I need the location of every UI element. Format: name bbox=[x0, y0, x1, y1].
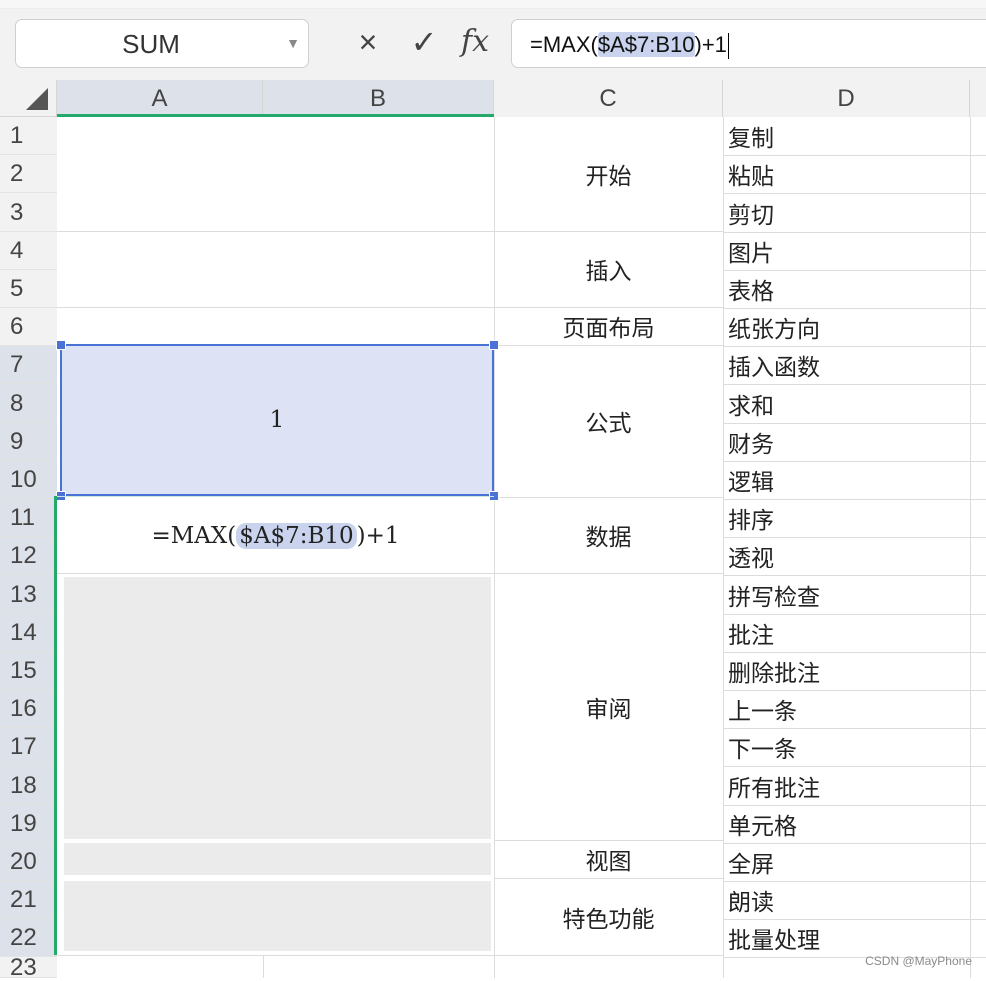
cell-d-21[interactable]: 朗读 bbox=[723, 881, 970, 919]
column-header-e[interactable] bbox=[970, 80, 986, 117]
row-header-17[interactable]: 17 bbox=[0, 728, 57, 766]
selection-handle[interactable] bbox=[56, 340, 66, 350]
cell-d-18[interactable]: 所有批注 bbox=[723, 766, 970, 805]
row-header-7[interactable]: 7 bbox=[0, 346, 57, 384]
gridline bbox=[494, 955, 723, 956]
watermark: CSDN @MayPhone bbox=[865, 954, 972, 968]
select-all-triangle-icon bbox=[26, 88, 48, 110]
cell-c-start[interactable]: 开始 bbox=[494, 117, 723, 231]
row-header-19[interactable]: 19 bbox=[0, 805, 57, 843]
row-header-11[interactable]: 11 bbox=[0, 499, 57, 537]
cell-c-formula[interactable]: 公式 bbox=[494, 345, 723, 497]
gridline bbox=[263, 955, 264, 978]
cell-d-16[interactable]: 上一条 bbox=[723, 690, 970, 728]
cell-d-8[interactable]: 求和 bbox=[723, 384, 970, 423]
row-header-16[interactable]: 16 bbox=[0, 690, 57, 728]
cell-d-20[interactable]: 全屏 bbox=[723, 843, 970, 881]
row-header-10[interactable]: 10 bbox=[0, 461, 57, 499]
cell-d-1[interactable]: 复制 bbox=[723, 117, 970, 155]
formula-input[interactable]: =MAX($A$7:B10)+1 bbox=[511, 19, 986, 68]
gridline bbox=[57, 573, 494, 574]
row-header-9[interactable]: 9 bbox=[0, 423, 57, 461]
row-header-20[interactable]: 20 bbox=[0, 843, 57, 881]
cell-d-2[interactable]: 粘贴 bbox=[723, 155, 970, 193]
select-all-corner[interactable] bbox=[0, 80, 57, 117]
cell-d-15[interactable]: 删除批注 bbox=[723, 652, 970, 690]
chevron-down-icon[interactable]: ▼ bbox=[286, 32, 300, 54]
active-rows-indicator bbox=[54, 496, 57, 955]
row-header-13[interactable]: 13 bbox=[0, 575, 57, 614]
cell-c-data[interactable]: 数据 bbox=[494, 497, 723, 573]
gridline bbox=[57, 307, 494, 308]
cell-d-4[interactable]: 图片 bbox=[723, 232, 970, 270]
cell-formula-before: =MAX( bbox=[151, 522, 237, 549]
cell-d-9[interactable]: 财务 bbox=[723, 423, 970, 461]
gridline bbox=[57, 231, 494, 232]
cell-c-insert[interactable]: 插入 bbox=[494, 231, 723, 307]
row-header-15[interactable]: 15 bbox=[0, 652, 57, 690]
gray-merged-block[interactable] bbox=[64, 843, 491, 875]
cell-c-view[interactable]: 视图 bbox=[494, 840, 723, 878]
formula-text-before: =MAX( bbox=[530, 32, 598, 57]
column-header-d[interactable]: D bbox=[723, 80, 970, 117]
column-header-b[interactable]: B bbox=[263, 80, 494, 117]
row-header-2[interactable]: 2 bbox=[0, 155, 57, 193]
gridline bbox=[57, 955, 494, 956]
row-header-14[interactable]: 14 bbox=[0, 614, 57, 652]
cell-d-17[interactable]: 下一条 bbox=[723, 728, 970, 766]
cell-d-19[interactable]: 单元格 bbox=[723, 805, 970, 843]
row-header-22[interactable]: 22 bbox=[0, 919, 57, 957]
window-top-strip bbox=[0, 0, 986, 9]
cell-d-6[interactable]: 纸张方向 bbox=[723, 308, 970, 346]
row-header-5[interactable]: 5 bbox=[0, 270, 57, 308]
formula-text-after: )+1 bbox=[694, 32, 727, 57]
cell-c-layout[interactable]: 页面布局 bbox=[494, 307, 723, 345]
cell-c-review[interactable]: 审阅 bbox=[494, 573, 723, 840]
formula-reference-highlight: $A$7:B10 bbox=[597, 32, 695, 57]
cell-d-5[interactable]: 表格 bbox=[723, 270, 970, 308]
editing-cell-border bbox=[57, 496, 494, 497]
cell-formula-after: )+1 bbox=[356, 522, 400, 549]
column-header-a[interactable]: A bbox=[57, 80, 263, 117]
spreadsheet-grid[interactable]: A B C D 1 2 3 4 5 6 7 8 9 10 11 12 13 14 15 16 17 18 19 20 2… bbox=[0, 80, 986, 980]
cell-d-13[interactable]: 拼写检查 bbox=[723, 575, 970, 614]
cell-d-14[interactable]: 批注 bbox=[723, 614, 970, 652]
cell-a7-value[interactable]: 1 bbox=[60, 344, 494, 496]
cell-a11-editing[interactable]: =MAX($A$7:B10)+1 bbox=[57, 498, 494, 573]
text-cursor bbox=[727, 33, 730, 60]
gray-merged-block[interactable] bbox=[64, 577, 491, 839]
insert-function-button[interactable]: fx bbox=[455, 20, 495, 64]
cell-d-22[interactable]: 批量处理 bbox=[723, 919, 970, 957]
cell-d-11[interactable]: 排序 bbox=[723, 499, 970, 537]
row-header-21[interactable]: 21 bbox=[0, 881, 57, 919]
name-box[interactable]: SUM ▼ bbox=[15, 19, 309, 68]
formula-text: =MAX($A$7:B10)+1 bbox=[530, 20, 730, 69]
cell-d-7[interactable]: 插入函数 bbox=[723, 346, 970, 384]
name-box-value: SUM bbox=[122, 29, 180, 59]
cell-d-12[interactable]: 透视 bbox=[723, 537, 970, 575]
confirm-formula-button[interactable]: ✓ bbox=[404, 20, 444, 64]
column-header-c[interactable]: C bbox=[494, 80, 723, 117]
cell-d-10[interactable]: 逻辑 bbox=[723, 461, 970, 499]
row-header-8[interactable]: 8 bbox=[0, 384, 57, 423]
row-header-4[interactable]: 4 bbox=[0, 232, 57, 270]
row-header-12[interactable]: 12 bbox=[0, 537, 57, 575]
row-header-23[interactable]: 23 bbox=[0, 956, 57, 980]
cancel-formula-button[interactable]: × bbox=[348, 20, 388, 64]
row-header-18[interactable]: 18 bbox=[0, 766, 57, 805]
cell-c-features[interactable]: 特色功能 bbox=[494, 878, 723, 955]
cell-reference-highlight: $A$7:B10 bbox=[236, 522, 357, 549]
row-header-6[interactable]: 6 bbox=[0, 308, 57, 346]
gridline bbox=[970, 117, 971, 978]
cell-d-3[interactable]: 剪切 bbox=[723, 193, 970, 232]
row-header-1[interactable]: 1 bbox=[0, 117, 57, 155]
gray-merged-block[interactable] bbox=[64, 881, 491, 951]
row-header-3[interactable]: 3 bbox=[0, 193, 57, 232]
formula-toolbar: SUM ▼ × ✓ fx =MAX($A$7:B10)+1 bbox=[0, 0, 986, 80]
